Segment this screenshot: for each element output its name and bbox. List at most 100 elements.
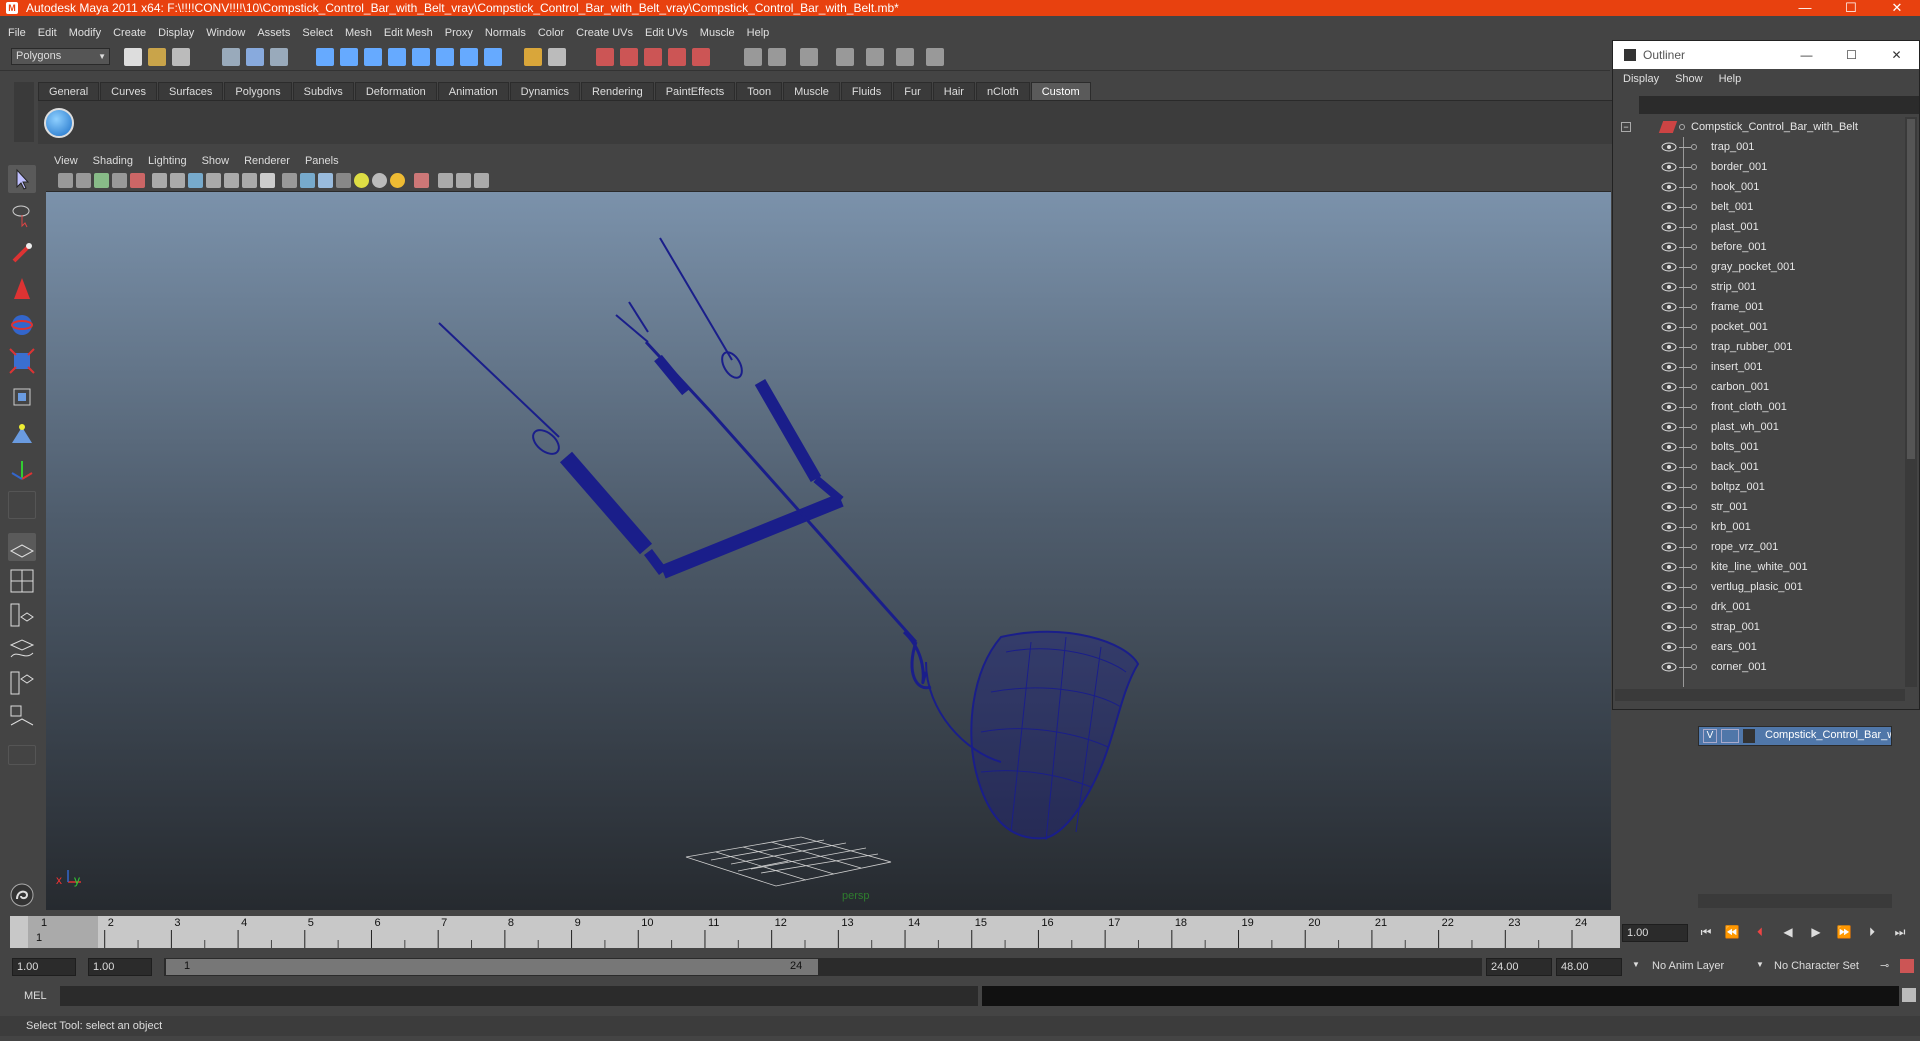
eye-visibility-icon[interactable] bbox=[1661, 582, 1677, 592]
menu-assets[interactable]: Assets bbox=[257, 27, 290, 39]
menu-color[interactable]: Color bbox=[538, 27, 564, 39]
eye-visibility-icon[interactable] bbox=[1661, 262, 1677, 272]
eye-visibility-icon[interactable] bbox=[1661, 402, 1677, 412]
eye-visibility-icon[interactable] bbox=[1661, 622, 1677, 632]
isolate-select-icon[interactable] bbox=[438, 173, 453, 188]
anim-layer-selector[interactable]: No Anim Layer bbox=[1652, 960, 1724, 972]
xray-joints-icon[interactable] bbox=[456, 173, 471, 188]
move-tool-icon[interactable] bbox=[8, 275, 36, 303]
eye-visibility-icon[interactable] bbox=[1661, 482, 1677, 492]
tab-dynamics[interactable]: Dynamics bbox=[509, 82, 580, 100]
eye-visibility-icon[interactable] bbox=[1661, 142, 1677, 152]
outliner-item[interactable]: ears_001 bbox=[1615, 637, 1905, 657]
shelf-options-strip[interactable] bbox=[14, 82, 34, 142]
outliner-titlebar[interactable]: Outliner — ☐ ✕ bbox=[1613, 41, 1919, 69]
single-view-layout-icon[interactable] bbox=[8, 533, 36, 561]
outliner-item[interactable]: pocket_001 bbox=[1615, 317, 1905, 337]
outliner-item[interactable]: hook_001 bbox=[1615, 177, 1905, 197]
time-slider[interactable]: 1 1 2 3 4 5 6 7 8 9 10 11 12 13 14 15 16 17 18 19 20 21 22 23 2… bbox=[10, 916, 1620, 948]
viewport-menu-show[interactable]: Show bbox=[202, 155, 230, 167]
outliner-item[interactable]: carbon_001 bbox=[1615, 377, 1905, 397]
end-time-field[interactable]: 24.00 bbox=[1486, 958, 1552, 976]
tab-deformation[interactable]: Deformation bbox=[354, 82, 437, 100]
outliner-menu-show[interactable]: Show bbox=[1675, 73, 1703, 89]
outliner-item[interactable]: boltpz_001 bbox=[1615, 477, 1905, 497]
viewport-menu-lighting[interactable]: Lighting bbox=[148, 155, 187, 167]
display-layer-row[interactable]: V Compstick_Control_Bar_with_Belt bbox=[1698, 726, 1892, 746]
outliner-maximize-button[interactable]: ☐ bbox=[1829, 41, 1874, 69]
outliner-item[interactable]: kite_line_white_001 bbox=[1615, 557, 1905, 577]
eye-visibility-icon[interactable] bbox=[1661, 422, 1677, 432]
menu-create[interactable]: Create bbox=[113, 27, 146, 39]
outliner-layout-icon[interactable] bbox=[8, 601, 36, 629]
textured-icon[interactable] bbox=[336, 173, 351, 188]
tab-curves[interactable]: Curves bbox=[100, 82, 157, 100]
eye-visibility-icon[interactable] bbox=[1661, 202, 1677, 212]
menu-select[interactable]: Select bbox=[302, 27, 333, 39]
grid-toggle-icon[interactable] bbox=[152, 173, 167, 188]
menu-display[interactable]: Display bbox=[158, 27, 194, 39]
render-current-icon[interactable] bbox=[768, 48, 786, 66]
attribute-editor-icon[interactable] bbox=[926, 48, 944, 66]
outliner-item[interactable]: before_001 bbox=[1615, 237, 1905, 257]
menu-help[interactable]: Help bbox=[747, 27, 770, 39]
viewport-menu-view[interactable]: View bbox=[54, 155, 78, 167]
tab-custom[interactable]: Custom bbox=[1030, 82, 1091, 100]
menu-edit-mesh[interactable]: Edit Mesh bbox=[384, 27, 433, 39]
tab-polygons[interactable]: Polygons bbox=[224, 82, 292, 100]
collapse-icon[interactable]: − bbox=[1621, 122, 1631, 132]
hypershade-icon[interactable] bbox=[896, 48, 914, 66]
tab-ncloth[interactable]: nCloth bbox=[975, 82, 1030, 100]
outliner-item[interactable]: krb_001 bbox=[1615, 517, 1905, 537]
select-by-curve-icon[interactable] bbox=[364, 48, 382, 66]
select-by-handle-icon[interactable] bbox=[316, 48, 334, 66]
outliner-item[interactable]: strip_001 bbox=[1615, 277, 1905, 297]
auto-key-icon[interactable] bbox=[1900, 959, 1914, 973]
eye-visibility-icon[interactable] bbox=[1661, 302, 1677, 312]
image-plane-icon[interactable] bbox=[112, 173, 127, 188]
lasso-tool-icon[interactable] bbox=[8, 201, 36, 229]
new-scene-icon[interactable] bbox=[124, 48, 142, 66]
play-forwards-icon[interactable]: ▶ bbox=[1808, 924, 1824, 940]
character-set-selector[interactable]: No Character Set bbox=[1774, 960, 1859, 972]
close-button[interactable]: ✕ bbox=[1874, 0, 1920, 16]
outliner-item[interactable]: plast_001 bbox=[1615, 217, 1905, 237]
outliner-close-button[interactable]: ✕ bbox=[1874, 41, 1919, 69]
eye-visibility-icon[interactable] bbox=[1661, 182, 1677, 192]
minimize-button[interactable]: — bbox=[1782, 0, 1828, 16]
eye-visibility-icon[interactable] bbox=[1661, 222, 1677, 232]
history-icon[interactable] bbox=[744, 48, 762, 66]
manipulator-tool-icon[interactable] bbox=[8, 383, 36, 411]
field-chart-icon[interactable] bbox=[224, 173, 239, 188]
highlight-selection-icon[interactable] bbox=[548, 48, 566, 66]
last-tool-slot[interactable] bbox=[8, 491, 36, 519]
menu-window[interactable]: Window bbox=[206, 27, 245, 39]
select-tool-icon[interactable] bbox=[8, 165, 36, 193]
tab-toon[interactable]: Toon bbox=[736, 82, 783, 100]
render-view-icon[interactable] bbox=[800, 48, 818, 66]
start-time-field[interactable]: 1.00 bbox=[12, 958, 76, 976]
anim-end-field[interactable]: 48.00 bbox=[1556, 958, 1622, 976]
outliner-item[interactable]: front_cloth_001 bbox=[1615, 397, 1905, 417]
outliner-scroll-thumb[interactable] bbox=[1907, 119, 1915, 459]
go-to-end-icon[interactable]: ⏭ bbox=[1892, 924, 1908, 940]
checkmark-icon[interactable] bbox=[44, 108, 74, 138]
eye-visibility-icon[interactable] bbox=[1661, 602, 1677, 612]
outliner-vertical-scrollbar[interactable] bbox=[1905, 117, 1917, 687]
snap-curve-icon[interactable] bbox=[620, 48, 638, 66]
menu-file[interactable]: File bbox=[8, 27, 26, 39]
viewport-menu-shading[interactable]: Shading bbox=[93, 155, 133, 167]
outliner-item[interactable]: strap_001 bbox=[1615, 617, 1905, 637]
ipr-render-icon[interactable] bbox=[836, 48, 854, 66]
eye-visibility-icon[interactable] bbox=[1661, 162, 1677, 172]
menu-edit-uvs[interactable]: Edit UVs bbox=[645, 27, 688, 39]
outliner-item[interactable]: bolts_001 bbox=[1615, 437, 1905, 457]
lock-selection-icon[interactable] bbox=[524, 48, 542, 66]
layer-color-swatch[interactable] bbox=[1743, 729, 1755, 743]
eye-visibility-icon[interactable] bbox=[1661, 442, 1677, 452]
safe-title-icon[interactable] bbox=[260, 173, 275, 188]
outliner-menu-help[interactable]: Help bbox=[1719, 73, 1742, 89]
outliner-item[interactable]: trap_001 bbox=[1615, 137, 1905, 157]
eye-visibility-icon[interactable] bbox=[1661, 462, 1677, 472]
outliner-item[interactable]: drk_001 bbox=[1615, 597, 1905, 617]
